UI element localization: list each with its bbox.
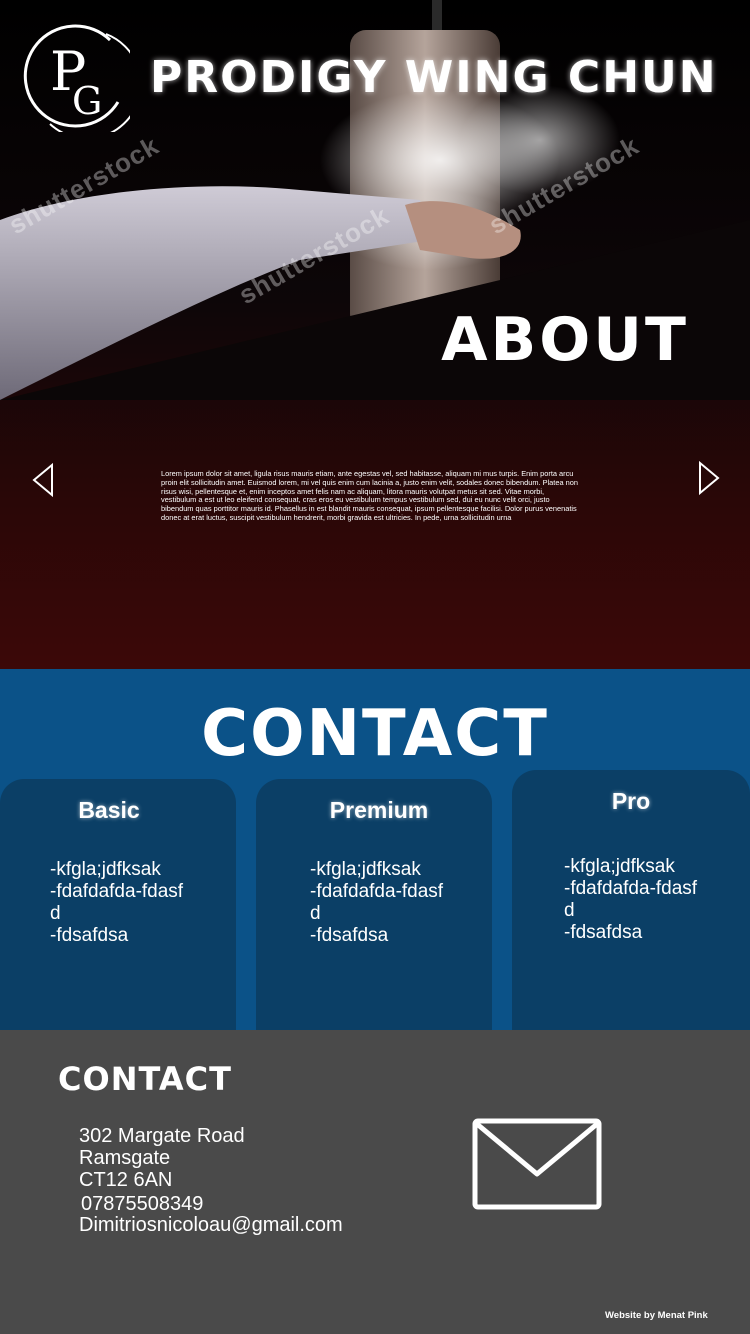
plan-feature: -fdsafdsa <box>310 925 389 946</box>
plan-feature-list: -kfgla;jdfksak -fdafdafda-fdasfd -fdsafd… <box>310 859 450 947</box>
plan-feature: -fdafdafda-fdasfd <box>310 881 444 924</box>
plan-feature: -kfgla;jdfksak <box>564 856 675 877</box>
plan-feature-list: -kfgla;jdfksak -fdafdafda-fdasfd -fdsafd… <box>50 859 190 947</box>
address-line: CT12 6AN <box>79 1169 173 1191</box>
plan-card-premium[interactable]: Premium -kfgla;jdfksak -fdafdafda-fdasfd… <box>256 779 492 1030</box>
about-heading: ABOUT <box>441 305 689 375</box>
logo[interactable]: P G <box>20 22 142 140</box>
address-line: Ramsgate <box>79 1147 171 1169</box>
email-link[interactable]: Dimitriosnicoloau@gmail.com <box>79 1214 343 1237</box>
plan-card-pro[interactable]: Pro -kfgla;jdfksak -fdafdafda-fdasfd -fd… <box>512 770 750 1030</box>
logo-letter-g: G <box>72 79 102 123</box>
carousel-next-button[interactable] <box>694 460 724 496</box>
address-line: 302 Margate Road <box>79 1125 245 1147</box>
footer-heading: CONTACT <box>58 1060 232 1098</box>
plan-title: Pro <box>611 788 651 814</box>
logo-emblem-icon: P G <box>23 24 142 140</box>
plan-feature: -fdafdafda-fdasfd <box>564 878 698 921</box>
plan-title: Premium <box>329 797 429 823</box>
about-body-text: Lorem ipsum dolor sit amet, ligula risus… <box>161 469 578 522</box>
plan-feature: -kfgla;jdfksak <box>50 859 161 880</box>
site-title: PRODIGY WING CHUN <box>150 52 718 103</box>
chevron-right-icon <box>699 460 720 496</box>
plans-heading: CONTACT <box>201 697 549 771</box>
plans-section: CONTACT Basic -kfgla;jdfksak -fdafdafda-… <box>0 669 750 1030</box>
plan-feature: -fdsafdsa <box>50 925 129 946</box>
plan-feature: -fdsafdsa <box>564 922 643 943</box>
plan-feature: -kfgla;jdfksak <box>310 859 421 880</box>
phone-number[interactable]: 07875508349 <box>81 1193 203 1216</box>
carousel-prev-button[interactable] <box>30 462 60 498</box>
plan-card-basic[interactable]: Basic -kfgla;jdfksak -fdafdafda-fdasfd -… <box>0 779 236 1030</box>
plan-feature-list: -kfgla;jdfksak -fdafdafda-fdasfd -fdsafd… <box>564 856 704 944</box>
chevron-left-icon <box>32 462 53 498</box>
footer-section: CONTACT 302 Margate Road Ramsgate CT12 6… <box>0 1030 750 1334</box>
plan-feature: -fdafdafda-fdasfd <box>50 881 184 924</box>
hero-section: shutterstock shutterstock shutterstock P… <box>0 0 750 669</box>
plan-title: Basic <box>78 797 140 823</box>
site-credit: Website by Menat Pink <box>605 1310 708 1321</box>
email-button[interactable] <box>472 1118 602 1210</box>
envelope-icon <box>472 1118 602 1210</box>
address-block: 302 Margate Road Ramsgate CT12 6AN <box>79 1125 245 1191</box>
